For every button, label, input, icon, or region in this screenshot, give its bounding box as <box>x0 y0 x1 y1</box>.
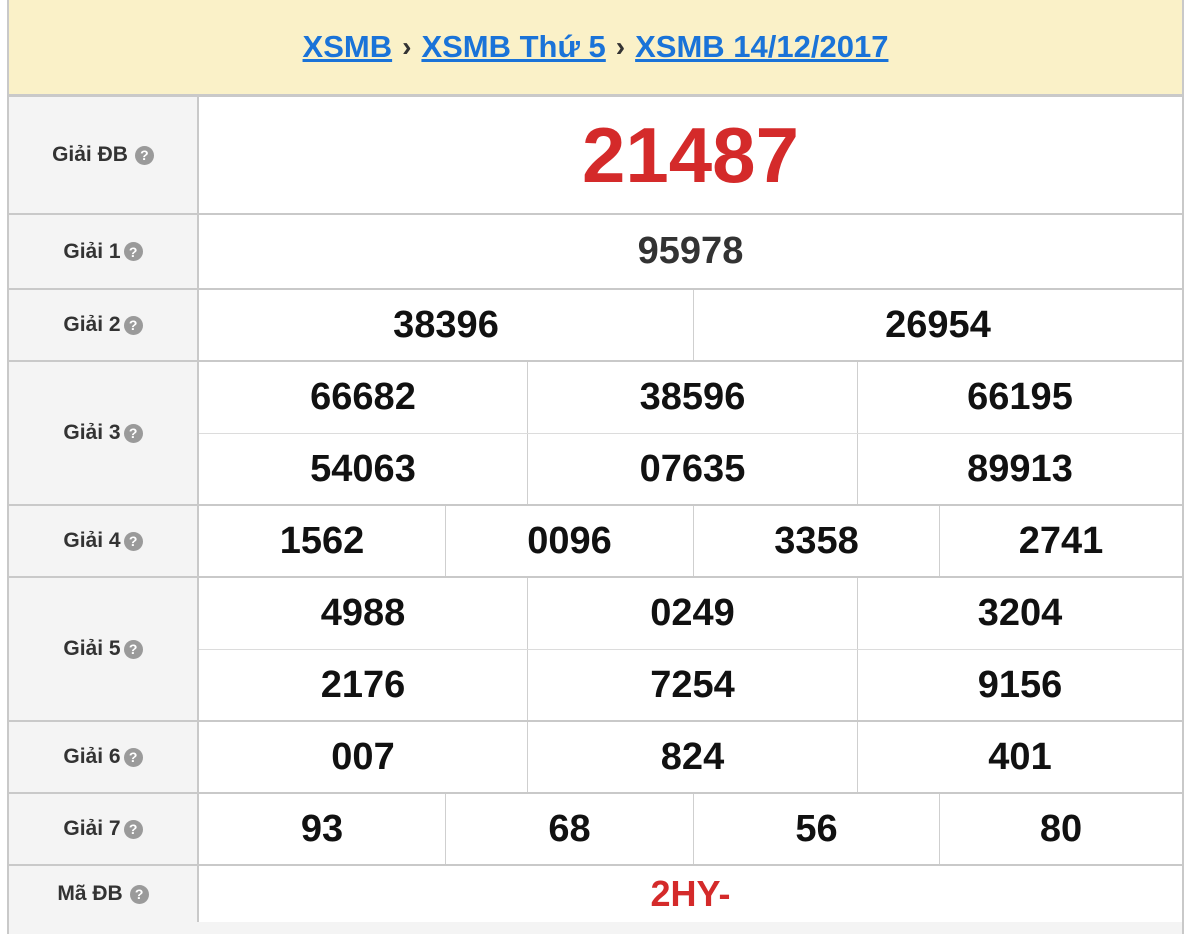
prize-row-5: Giải 5 ? 4988 0249 3204 2176 7254 9156 <box>9 578 1182 722</box>
prize-6-number: 007 <box>331 735 395 778</box>
prize-label-text: Giải 4 <box>63 529 121 552</box>
prize-label-db: Giải ĐB ? <box>9 97 199 213</box>
chevron-right-icon: › <box>402 31 412 62</box>
prize-label-text: Mã ĐB <box>57 882 123 905</box>
prize-label-3: Giải 3 ? <box>9 362 199 504</box>
breadcrumb-link-xsmb-thu-5[interactable]: XSMB Thứ 5 <box>421 29 605 65</box>
prize-7-number: 80 <box>1039 807 1083 850</box>
chevron-right-icon: › <box>615 31 626 62</box>
prize-7-number: 93 <box>300 807 344 850</box>
prize-5-number: 0249 <box>650 592 735 634</box>
prize-4-number: 2741 <box>1018 519 1104 562</box>
prize-3-number: 66195 <box>967 376 1073 418</box>
prize-label-4: Giải 4 ? <box>9 506 199 576</box>
prize-label-2: Giải 2 ? <box>9 290 199 360</box>
prize-7-number: 68 <box>548 807 591 850</box>
prize-label-text: Giải 2 <box>63 313 121 336</box>
prize-7-number: 56 <box>795 807 838 850</box>
prize-3-number: 54063 <box>310 447 416 490</box>
special-prize-number: 21487 <box>582 110 799 199</box>
prize-4-number: 0096 <box>527 519 612 562</box>
prize-3-number: 38596 <box>639 376 746 418</box>
breadcrumb: XSMB › XSMB Thứ 5 › XSMB 14/12/2017 <box>9 0 1182 97</box>
prize-row-7: Giải 7 ? 93 68 56 80 <box>9 794 1182 866</box>
table-footer <box>9 922 1182 934</box>
prize-5-number: 7254 <box>650 663 735 706</box>
prize-6-number: 401 <box>988 735 1052 778</box>
prize-label-text: Giải 7 <box>63 817 121 840</box>
prize-label-text: Giải 6 <box>63 745 121 768</box>
prize-2-number: 38396 <box>393 303 499 346</box>
prize-row-2: Giải 2 ? 38396 26954 <box>9 290 1182 362</box>
prize-label-text: Giải 3 <box>63 421 121 444</box>
lottery-result-table: XSMB › XSMB Thứ 5 › XSMB 14/12/2017 Giải… <box>7 0 1184 934</box>
question-circle-icon[interactable]: ? <box>123 531 143 551</box>
question-circle-icon[interactable]: ? <box>123 639 143 659</box>
breadcrumb-link-date[interactable]: XSMB 14/12/2017 <box>635 29 888 65</box>
prize-label-text: Giải 1 <box>63 239 121 263</box>
question-circle-icon[interactable]: ? <box>123 747 143 767</box>
question-circle-icon[interactable]: ? <box>123 242 143 261</box>
prize-row-3: Giải 3 ? 66682 38596 66195 54063 07635 8… <box>9 362 1182 506</box>
prize-row-4: Giải 4 ? 1562 0096 3358 2741 <box>9 506 1182 578</box>
prize-label-text: Giải ĐB <box>52 143 128 166</box>
prize-label-text: Giải 5 <box>63 637 121 660</box>
question-circle-icon[interactable]: ? <box>123 423 143 443</box>
prize-label-6: Giải 6 ? <box>9 722 199 792</box>
prize-4-number: 3358 <box>774 519 859 562</box>
prize-5-number: 4988 <box>320 592 406 634</box>
prize-3-number: 07635 <box>639 447 746 490</box>
prize-6-number: 824 <box>660 735 725 778</box>
question-circle-icon[interactable]: ? <box>123 315 143 335</box>
question-circle-icon[interactable]: ? <box>123 819 143 839</box>
prize-2-number: 26954 <box>885 303 991 346</box>
prize-5-number: 9156 <box>977 663 1063 706</box>
special-code-row: Mã ĐB ? 2HY- <box>9 866 1182 924</box>
prize-row-6: Giải 6 ? 007 824 401 <box>9 722 1182 794</box>
prize-1-number: 95978 <box>637 230 744 272</box>
prize-4-number: 1562 <box>279 519 365 562</box>
question-circle-icon[interactable]: ? <box>129 884 149 904</box>
special-code-value: 2HY- <box>650 873 731 914</box>
question-circle-icon[interactable]: ? <box>134 145 154 165</box>
prize-label-5: Giải 5 ? <box>9 578 199 720</box>
breadcrumb-link-xsmb[interactable]: XSMB <box>303 29 393 65</box>
prize-label-7: Giải 7 ? <box>9 794 199 864</box>
prize-5-number: 3204 <box>977 592 1063 634</box>
prize-row-1: Giải 1 ? 95978 <box>9 215 1182 290</box>
special-code-label: Mã ĐB ? <box>9 866 199 922</box>
prize-label-1: Giải 1 ? <box>9 215 199 288</box>
prize-3-number: 89913 <box>967 447 1073 490</box>
prize-row-db: Giải ĐB ? 21487 <box>9 97 1182 215</box>
prize-3-number: 66682 <box>310 376 416 418</box>
prize-5-number: 2176 <box>320 663 406 706</box>
